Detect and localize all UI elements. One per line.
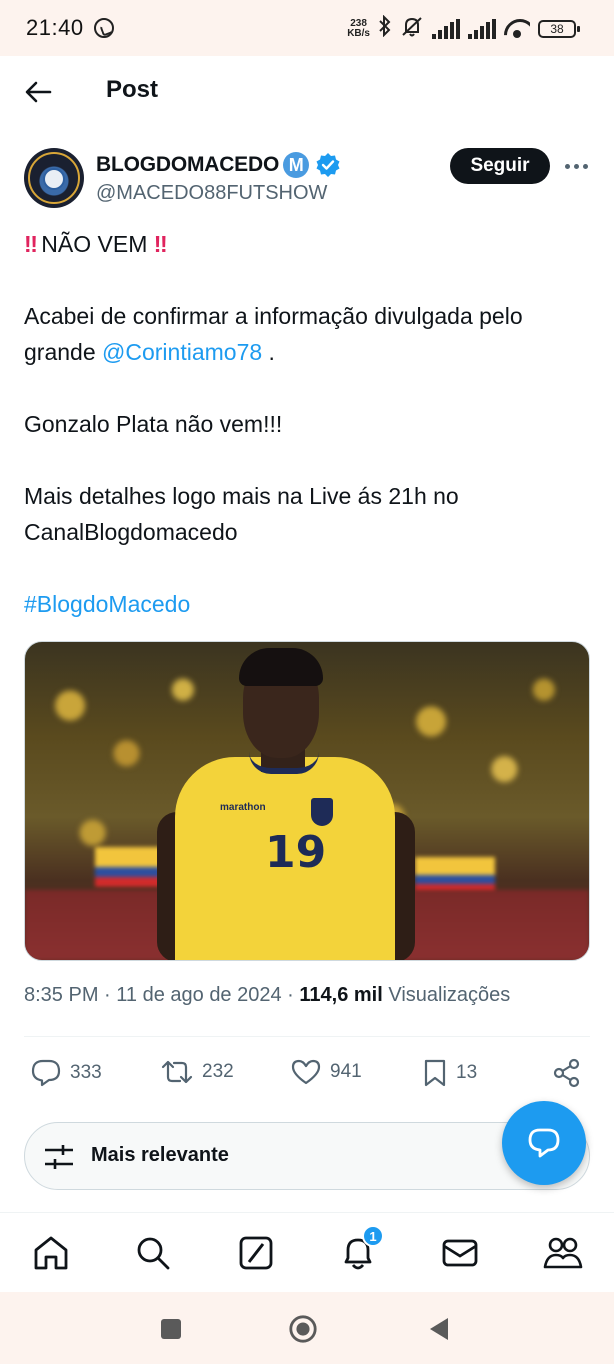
bookmark-count: 13 [456,1062,478,1083]
communities-icon [543,1237,583,1269]
grok-icon [239,1236,273,1270]
nav-grok[interactable] [236,1233,276,1273]
tweet-meta: 8:35 PM · 11 de ago de 2024 · 114,6 mil … [24,984,511,1006]
view-count: 114,6 mil [299,984,383,1006]
mute-icon [400,16,424,43]
top-bar: Post [0,56,614,128]
repost-icon [161,1060,193,1084]
tweet-paragraph-2: Gonzalo Plata não vem!!! [24,411,283,437]
tweet-date[interactable]: 11 de ago de 2024 [116,984,281,1006]
hashtag-link[interactable]: #BlogdoMacedo [24,586,590,622]
like-button[interactable]: 941 [290,1058,362,1086]
photo-flag [415,857,495,893]
nav-search[interactable] [133,1233,173,1273]
network-speed: 238 KB/s [347,19,370,39]
repost-button[interactable]: 232 [160,1058,234,1086]
bookmark-button[interactable]: 13 [422,1058,477,1088]
tweet-actions: 333 232 941 13 [24,1052,590,1096]
bluetooth-icon [378,14,392,43]
square-icon [161,1319,181,1339]
nav-communities[interactable] [543,1233,583,1273]
circle-icon [289,1315,317,1343]
tweet-paragraph-1: Acabei de confirmar a informação divulga… [24,298,590,370]
triangle-back-icon [430,1318,448,1340]
chat-bubble-icon [528,1128,560,1158]
wifi-icon [504,19,530,39]
mail-icon [442,1239,478,1267]
share-icon [553,1058,580,1088]
jersey-sponsor: marathon [220,802,266,813]
recents-button[interactable] [156,1314,186,1344]
double-exclamation-icon: ‼ [24,231,38,257]
back-system-button[interactable] [424,1314,454,1344]
whatsapp-icon [93,18,114,38]
mention-link[interactable]: @Corintiamo78 [102,339,262,365]
home-icon [34,1236,68,1270]
headline-text: NÃO VEM [41,231,148,257]
jersey-number: 19 [265,827,327,878]
system-navigation-bar [0,1292,614,1364]
reply-button[interactable]: 333 [30,1058,102,1088]
tweet-headline: ‼ NÃO VEM ‼ [24,226,590,262]
sort-label: Mais relevante [91,1144,229,1166]
more-options-button[interactable] [562,152,590,180]
tweet-time[interactable]: 8:35 PM [24,984,98,1006]
notification-badge: 1 [362,1225,384,1247]
divider [24,1036,590,1037]
tweet-body: ‼ NÃO VEM ‼ Acabei de confirmar a inform… [24,226,590,622]
tweet-photo[interactable]: marathon 19 [24,641,590,961]
affiliate-badge: M [283,152,310,178]
follow-button[interactable]: Seguir [450,148,550,184]
author-name-text: BLOGDOMACEDO [96,153,280,176]
search-icon [137,1237,170,1270]
reply-icon [31,1059,61,1087]
nav-messages[interactable] [440,1233,480,1273]
network-speed-unit: KB/s [347,28,370,39]
football-icon [43,168,65,190]
avatar[interactable] [24,148,84,208]
back-button[interactable] [20,74,56,110]
tweet-author: BLOGDOMACEDO M @MACEDO88FUTSHOW Seguir [24,148,590,212]
reply-count: 333 [70,1062,102,1083]
status-bar: 21:40 238 KB/s 38 [0,0,614,56]
share-button[interactable] [552,1058,582,1088]
author-handle[interactable]: @MACEDO88FUTSHOW [96,182,327,205]
arrow-left-icon [25,81,52,103]
status-time: 21:40 [26,15,84,40]
dot [582,163,588,169]
page-title: Post [106,76,159,103]
battery-icon: 38 [538,20,580,38]
tweet-line-1-end: . [268,339,275,365]
photo-player-collar [249,752,319,774]
tweet-paragraph-3: Mais detalhes logo mais na Live ás 21h n… [24,483,459,545]
signal-icon [468,19,496,39]
jersey-crest [311,798,333,826]
sliders-icon [45,1145,73,1169]
photo-player-hair [239,648,323,686]
verified-badge-icon [316,153,340,177]
like-count: 941 [330,1061,362,1082]
home-system-button[interactable] [288,1314,318,1344]
heart-icon [291,1059,321,1085]
views-label: Visualizações [388,984,511,1006]
nav-home[interactable] [31,1233,71,1273]
signal-icon [432,19,460,39]
compose-reply-button[interactable] [502,1101,586,1185]
bookmark-icon [424,1059,446,1087]
dot [564,163,570,169]
bottom-navigation: 1 [0,1212,614,1292]
status-icons: 238 KB/s 38 [347,14,580,44]
double-exclamation-icon: ‼ [153,231,168,257]
dot [573,163,579,169]
repost-count: 232 [202,1061,234,1082]
author-name[interactable]: BLOGDOMACEDO M [96,152,341,178]
nav-notifications[interactable]: 1 [338,1225,384,1273]
